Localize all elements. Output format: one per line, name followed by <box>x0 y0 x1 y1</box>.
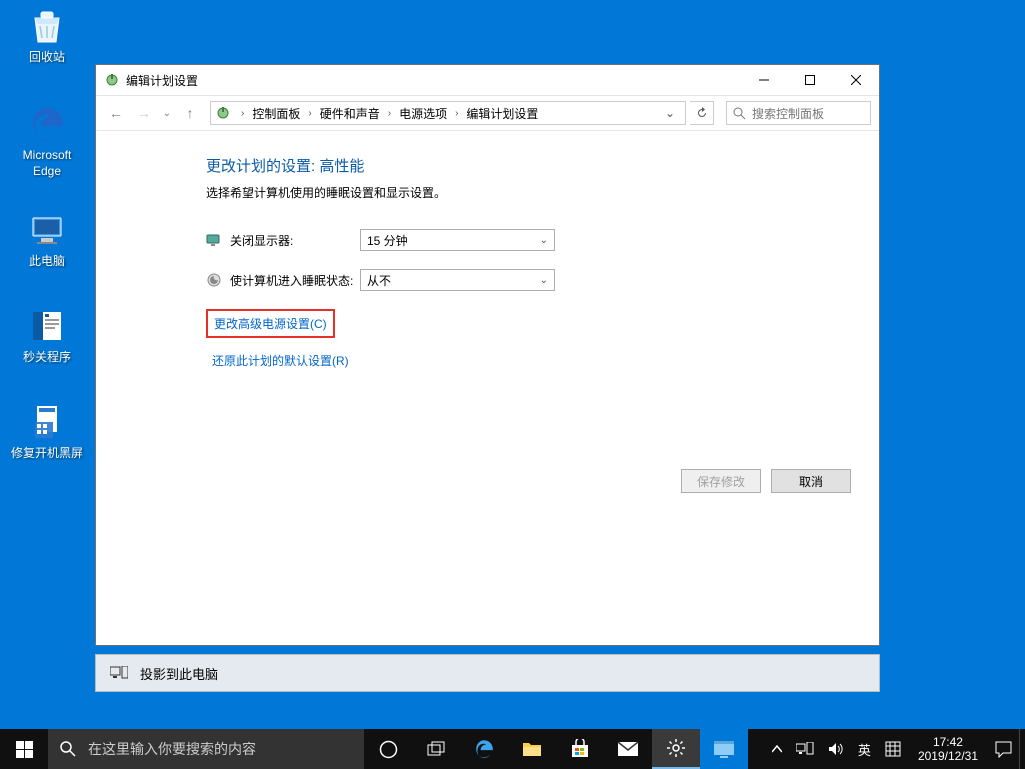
content-area: 更改计划的设置: 高性能 选择希望计算机使用的睡眠设置和显示设置。 关闭显示器:… <box>96 131 879 645</box>
power-options-icon <box>215 105 231 121</box>
cancel-button[interactable]: 取消 <box>771 469 851 493</box>
breadcrumb-dropdown[interactable]: ⌄ <box>659 106 681 120</box>
repair-icon <box>27 402 67 442</box>
breadcrumb-item[interactable]: 控制面板 <box>250 105 302 122</box>
titlebar[interactable]: 编辑计划设置 <box>96 65 879 95</box>
chevron-right-icon: › <box>304 108 315 119</box>
system-tray: 英 17:42 2019/12/31 <box>765 729 1025 769</box>
dropdown-value: 从不 <box>367 272 391 289</box>
desktop-icon-label: 修复开机黑屏 <box>10 446 84 462</box>
recycle-bin-icon <box>27 6 67 46</box>
setting-turn-off-display: 关闭显示器: 15 分钟 ⌄ <box>206 229 849 251</box>
chevron-down-icon: ⌄ <box>540 235 548 246</box>
refresh-button[interactable] <box>690 101 714 125</box>
notification-text: 投影到此电脑 <box>140 664 218 683</box>
taskbar-search[interactable]: 在这里输入你要搜索的内容 <box>48 729 364 769</box>
advanced-power-settings-link[interactable]: 更改高级电源设置(C) <box>214 315 327 332</box>
desktop-icon-sec-shutdown[interactable]: 秒关程序 <box>10 306 84 366</box>
setting-label: 使计算机进入睡眠状态: <box>230 272 360 289</box>
taskbar-store[interactable] <box>556 729 604 769</box>
back-button[interactable]: ← <box>104 101 128 125</box>
restore-defaults-link[interactable]: 还原此计划的默认设置(R) <box>212 352 849 369</box>
save-button: 保存修改 <box>681 469 761 493</box>
sleep-timeout-dropdown[interactable]: 从不 ⌄ <box>360 269 555 291</box>
search-input[interactable]: 搜索控制面板 <box>726 101 871 125</box>
desktop-icon-label: 秒关程序 <box>10 350 84 366</box>
desktop-icon-label: Microsoft Edge <box>10 148 84 179</box>
display-icon <box>206 232 222 248</box>
desktop-icon-recycle-bin[interactable]: 回收站 <box>10 6 84 66</box>
chevron-right-icon: › <box>237 108 248 119</box>
power-options-icon <box>104 72 120 88</box>
highlight-annotation: 更改高级电源设置(C) <box>206 309 335 338</box>
start-button[interactable] <box>0 729 48 769</box>
page-heading: 更改计划的设置: 高性能 <box>206 155 849 176</box>
close-button[interactable] <box>833 65 879 95</box>
control-panel-window: 编辑计划设置 ← → ⌄ ↑ › 控制面板 › 硬件和声音 › 电源选项 › 编… <box>95 64 880 646</box>
computer-icon <box>27 210 67 250</box>
desktop-icon-edge[interactable]: Microsoft Edge <box>10 104 84 179</box>
breadcrumb-item[interactable]: 电源选项 <box>397 105 449 122</box>
breadcrumb-item[interactable]: 硬件和声音 <box>318 105 382 122</box>
dropdown-value: 15 分钟 <box>367 232 408 249</box>
dialog-buttons: 保存修改 取消 <box>681 469 851 509</box>
clock-date: 2019/12/31 <box>918 749 978 763</box>
shutdown-app-icon <box>27 306 67 346</box>
desktop-icon-label: 此电脑 <box>10 254 84 270</box>
taskbar-edge[interactable] <box>460 729 508 769</box>
page-subheading: 选择希望计算机使用的睡眠设置和显示设置。 <box>206 184 849 201</box>
taskbar: 在这里输入你要搜索的内容 英 17:42 2019/12/31 <box>0 729 1025 769</box>
desktop-icon-repair-boot[interactable]: 修复开机黑屏 <box>10 402 84 462</box>
taskbar-control-panel[interactable] <box>700 729 748 769</box>
display-timeout-dropdown[interactable]: 15 分钟 ⌄ <box>360 229 555 251</box>
project-icon <box>110 666 128 680</box>
taskbar-settings[interactable] <box>652 729 700 769</box>
show-desktop-button[interactable] <box>1019 729 1025 769</box>
task-view-button[interactable] <box>412 729 460 769</box>
taskbar-file-explorer[interactable] <box>508 729 556 769</box>
chevron-down-icon: ⌄ <box>540 275 548 286</box>
project-notification[interactable]: 投影到此电脑 <box>95 654 880 692</box>
search-icon <box>733 107 746 120</box>
tray-overflow[interactable] <box>765 729 789 769</box>
chevron-right-icon: › <box>384 108 395 119</box>
clock-time: 17:42 <box>918 735 978 749</box>
search-icon <box>60 741 76 757</box>
cortana-button[interactable] <box>364 729 412 769</box>
recent-dropdown[interactable]: ⌄ <box>160 101 174 125</box>
taskbar-clock[interactable]: 17:42 2019/12/31 <box>908 735 988 764</box>
window-title: 编辑计划设置 <box>126 72 741 89</box>
search-placeholder: 在这里输入你要搜索的内容 <box>88 739 256 759</box>
tray-ime-icon[interactable] <box>878 729 908 769</box>
setting-sleep: 使计算机进入睡眠状态: 从不 ⌄ <box>206 269 849 291</box>
minimize-button[interactable] <box>741 65 787 95</box>
taskbar-mail[interactable] <box>604 729 652 769</box>
breadcrumb-item[interactable]: 编辑计划设置 <box>464 105 540 122</box>
search-placeholder: 搜索控制面板 <box>752 105 824 122</box>
action-center-button[interactable] <box>988 729 1019 769</box>
setting-label: 关闭显示器: <box>230 232 360 249</box>
sleep-icon <box>206 272 222 288</box>
forward-button[interactable]: → <box>132 101 156 125</box>
tray-volume-icon[interactable] <box>821 729 851 769</box>
tray-project-icon[interactable] <box>789 729 821 769</box>
chevron-right-icon: › <box>451 108 462 119</box>
task-icons <box>364 729 748 769</box>
edge-icon <box>27 104 67 144</box>
desktop-icon-this-pc[interactable]: 此电脑 <box>10 210 84 270</box>
navigation-bar: ← → ⌄ ↑ › 控制面板 › 硬件和声音 › 电源选项 › 编辑计划设置 ⌄… <box>96 95 879 131</box>
up-button[interactable]: ↑ <box>178 101 202 125</box>
desktop-icon-label: 回收站 <box>10 50 84 66</box>
breadcrumb[interactable]: › 控制面板 › 硬件和声音 › 电源选项 › 编辑计划设置 ⌄ <box>210 101 686 125</box>
tray-ime-lang[interactable]: 英 <box>851 729 878 769</box>
maximize-button[interactable] <box>787 65 833 95</box>
